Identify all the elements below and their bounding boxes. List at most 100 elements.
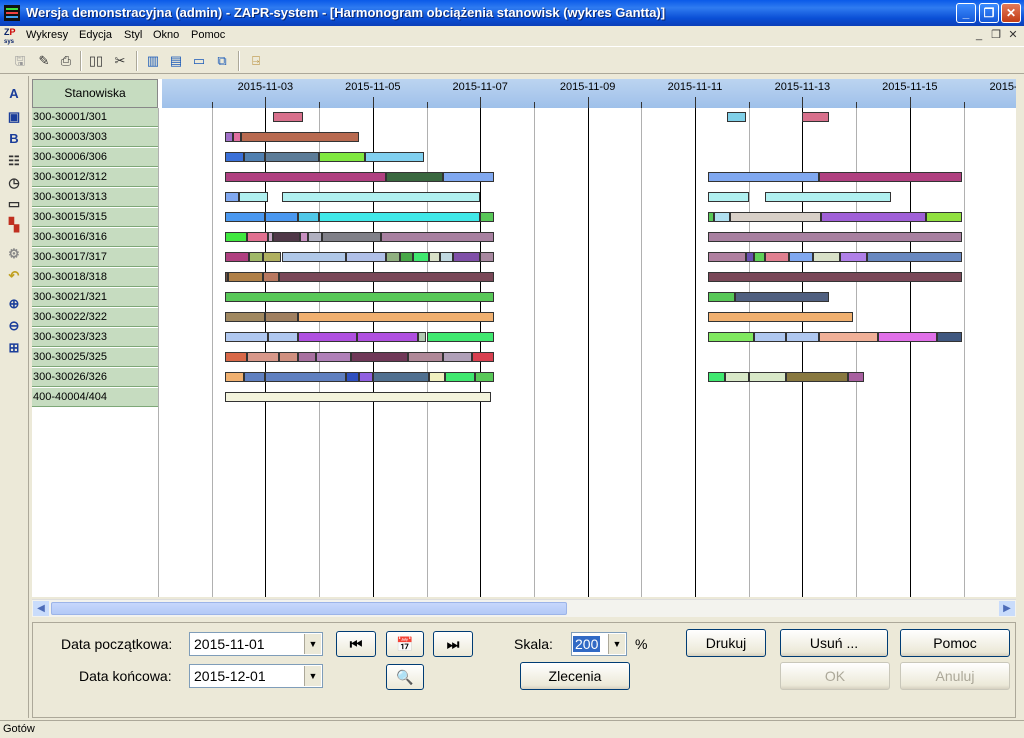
chevron-down-icon[interactable]: ▼: [608, 634, 625, 654]
gantt-bar[interactable]: [364, 152, 424, 162]
gantt-bar[interactable]: [319, 152, 365, 162]
gantt-bar[interactable]: [724, 372, 749, 382]
gantt-bar[interactable]: [439, 252, 454, 262]
orders-button[interactable]: Zlecenia: [520, 662, 630, 690]
gantt-bar[interactable]: [380, 232, 494, 242]
gantt-bar[interactable]: [225, 152, 244, 162]
gear-icon[interactable]: ⚙: [4, 244, 24, 264]
search-icon[interactable]: 🔍: [386, 664, 424, 690]
gantt-bar[interactable]: [445, 372, 475, 382]
gantt-bar[interactable]: [786, 332, 819, 342]
gantt-bar[interactable]: [278, 272, 494, 282]
row-label[interactable]: 300-30025/325: [32, 348, 158, 367]
row-label[interactable]: 300-30016/316: [32, 228, 158, 247]
gantt-bar[interactable]: [319, 212, 481, 222]
row-label[interactable]: 300-30018/318: [32, 268, 158, 287]
clock-icon[interactable]: ◷: [4, 173, 24, 193]
gantt-bar[interactable]: [227, 272, 263, 282]
row-label[interactable]: 400-40004/404: [32, 388, 158, 407]
start-date-select[interactable]: 2015-11-01 ▼: [189, 632, 323, 656]
gantt-bar[interactable]: [713, 212, 730, 222]
gantt-bar[interactable]: [735, 292, 830, 302]
gantt-bar[interactable]: [813, 252, 840, 262]
row-label[interactable]: 300-30003/303: [32, 128, 158, 147]
gantt-bar[interactable]: [265, 312, 298, 322]
zoom-in-icon[interactable]: ⊕: [4, 294, 24, 314]
scroll-right-icon[interactable]: ▶: [999, 601, 1015, 616]
tile-vertical-icon[interactable]: ▥: [143, 51, 163, 71]
gantt-bar[interactable]: [708, 192, 749, 202]
exit-door-icon[interactable]: ⍈: [246, 51, 266, 71]
gantt-bar[interactable]: [345, 252, 387, 262]
last-button[interactable]: ⏭: [433, 631, 473, 657]
gantt-bar[interactable]: [746, 252, 755, 262]
gantt-bar[interactable]: [225, 232, 247, 242]
gantt-bar[interactable]: [345, 372, 360, 382]
gantt-bar[interactable]: [407, 352, 443, 362]
gantt-bar[interactable]: [281, 252, 346, 262]
menu-wykresy[interactable]: Wykresy: [26, 29, 68, 41]
gantt-bar[interactable]: [225, 172, 387, 182]
gantt-bar[interactable]: [246, 352, 279, 362]
gantt-bar[interactable]: [225, 132, 234, 142]
gantt-bar[interactable]: [262, 252, 282, 262]
minimize-button[interactable]: _: [956, 3, 976, 23]
row-label[interactable]: 300-30023/323: [32, 328, 158, 347]
print-icon[interactable]: ⎙: [56, 51, 76, 71]
row-label[interactable]: 300-30015/315: [32, 208, 158, 227]
gantt-chart[interactable]: Stanowiska 2015-11-03 2015-11-05 2015-11-0…: [32, 79, 1016, 597]
row-label[interactable]: 300-30012/312: [32, 168, 158, 187]
end-date-select[interactable]: 2015-12-01 ▼: [189, 664, 323, 688]
gantt-bar[interactable]: [243, 372, 266, 382]
tools-icon[interactable]: ✂: [110, 51, 130, 71]
app-icon[interactable]: [4, 5, 20, 21]
gantt-bar[interactable]: [754, 332, 787, 342]
cascade-icon[interactable]: ⧉: [212, 51, 232, 71]
row-label[interactable]: 300-30017/317: [32, 248, 158, 267]
gantt-bar[interactable]: [877, 332, 937, 342]
chevron-down-icon[interactable]: ▼: [304, 666, 321, 686]
gantt-bar[interactable]: [708, 252, 746, 262]
gantt-bar[interactable]: [321, 232, 381, 242]
gantt-bar[interactable]: [243, 152, 266, 162]
gantt-bar[interactable]: [386, 252, 400, 262]
gantt-bar[interactable]: [936, 332, 963, 342]
scroll-left-icon[interactable]: ◀: [33, 601, 49, 616]
first-button[interactable]: ⏮: [336, 631, 376, 657]
window-icon[interactable]: ▭: [189, 51, 209, 71]
gantt-bar[interactable]: [708, 372, 725, 382]
gantt-bar[interactable]: [788, 252, 814, 262]
row-label[interactable]: 300-30001/301: [32, 108, 158, 127]
gantt-bar[interactable]: [225, 212, 266, 222]
gantt-bar[interactable]: [429, 252, 440, 262]
gantt-bar[interactable]: [474, 372, 494, 382]
close-button[interactable]: ✕: [1001, 3, 1021, 23]
book-icon[interactable]: ▯▯: [86, 51, 106, 71]
gantt-bar[interactable]: [241, 132, 360, 142]
gantt-bar[interactable]: [265, 212, 298, 222]
gantt-bar[interactable]: [281, 192, 481, 202]
gantt-bar[interactable]: [225, 372, 244, 382]
gantt-bar[interactable]: [453, 252, 481, 262]
grid-icon[interactable]: ☷: [4, 151, 24, 171]
calendar-icon[interactable]: 📅: [386, 631, 424, 657]
gantt-bar[interactable]: [866, 252, 963, 262]
chevron-down-icon[interactable]: ▼: [304, 634, 321, 654]
gantt-bar[interactable]: [708, 312, 854, 322]
gantt-bar[interactable]: [300, 232, 309, 242]
gantt-bar[interactable]: [225, 392, 491, 402]
gantt-bar[interactable]: [848, 372, 865, 382]
gantt-bar[interactable]: [413, 252, 430, 262]
gantt-bar[interactable]: [764, 192, 891, 202]
gantt-bar[interactable]: [764, 252, 789, 262]
gantt-bar[interactable]: [818, 332, 878, 342]
gantt-bar[interactable]: [472, 352, 494, 362]
print-button[interactable]: Drukuj: [686, 629, 766, 657]
gantt-bar[interactable]: [273, 112, 303, 122]
gantt-bar[interactable]: [429, 372, 446, 382]
gantt-bar[interactable]: [708, 292, 736, 302]
font-icon[interactable]: A: [4, 84, 24, 104]
gantt-bar[interactable]: [351, 352, 408, 362]
gantt-bar[interactable]: [925, 212, 963, 222]
scroll-thumb[interactable]: [51, 602, 567, 615]
